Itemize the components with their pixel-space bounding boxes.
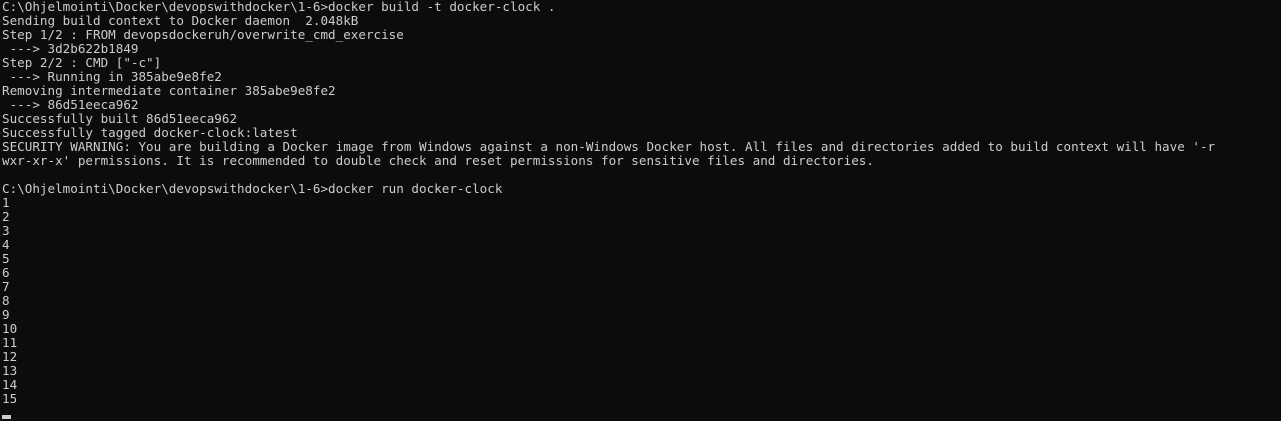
- terminal-line: 5: [2, 252, 10, 266]
- terminal-line: 3: [2, 224, 10, 238]
- terminal-line: 4: [2, 238, 10, 252]
- terminal-line: 11: [2, 336, 18, 350]
- terminal-line: 2: [2, 210, 10, 224]
- terminal-line: Step 2/2 : CMD ["-c"]: [2, 56, 162, 70]
- terminal-line: 8: [2, 294, 10, 308]
- terminal-line: C:\Ohjelmointi\Docker\devopswithdocker\1…: [2, 182, 503, 196]
- terminal-line: Step 1/2 : FROM devopsdockeruh/overwrite…: [2, 28, 404, 42]
- terminal-line: 7: [2, 280, 10, 294]
- terminal-line: 13: [2, 364, 18, 378]
- terminal-line: 14: [2, 378, 18, 392]
- terminal-line: ---> 86d51eeca962: [2, 98, 139, 112]
- terminal-line: Successfully built 86d51eeca962: [2, 112, 238, 126]
- terminal-line: Removing intermediate container 385abe9e…: [2, 84, 336, 98]
- terminal-line: 12: [2, 350, 18, 364]
- text-cursor: [2, 415, 11, 419]
- terminal-line: wxr-xr-x' permissions. It is recommended…: [2, 154, 874, 168]
- terminal-line: Successfully tagged docker-clock:latest: [2, 126, 298, 140]
- terminal-line: 9: [2, 308, 10, 322]
- terminal-line: Sending build context to Docker daemon 2…: [2, 14, 359, 28]
- terminal-line: 10: [2, 322, 18, 336]
- terminal-line: ---> Running in 385abe9e8fe2: [2, 70, 222, 84]
- terminal-console[interactable]: C:\Ohjelmointi\Docker\devopswithdocker\1…: [0, 0, 1281, 421]
- terminal-line: 1: [2, 196, 10, 210]
- terminal-line: SECURITY WARNING: You are building a Doc…: [2, 140, 1216, 154]
- terminal-line: 6: [2, 266, 10, 280]
- terminal-line: 15: [2, 392, 18, 406]
- terminal-line: ---> 3d2b622b1849: [2, 42, 139, 56]
- terminal-line: C:\Ohjelmointi\Docker\devopswithdocker\1…: [2, 0, 556, 14]
